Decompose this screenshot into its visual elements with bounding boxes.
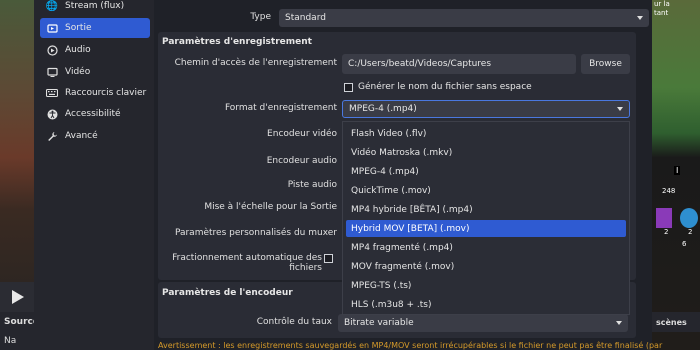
chevron-down-icon [616,321,622,325]
muxer-label: Paramètres personnalisés du muxer [174,228,337,238]
format-dropdown-list: Flash Video (.flv) Vidéo Matroska (.mkv)… [342,121,630,315]
encoder-section-title: Paramètres de l'encodeur [162,288,293,298]
sidebar-item-label: Vidéo [65,67,91,77]
scenes-label: scènes [656,318,687,327]
format-option[interactable]: Flash Video (.flv) [346,125,626,142]
recording-section-title: Paramètres d'enregistrement [162,37,312,47]
no-space-checkbox[interactable] [344,83,353,92]
mp4-warning-text: Avertissement : les enregistrements sauv… [158,341,663,350]
counter-2b: 2 [688,228,693,236]
audio-icon [46,44,58,56]
sidebar-item-video[interactable]: Vidéo [40,62,150,82]
format-option-highlighted[interactable]: Hybrid MOV [BETA] (.mov) [346,220,626,237]
rate-control-select[interactable]: Bitrate variable [338,314,628,332]
path-input[interactable]: C:/Users/beatd/Videos/Captures [342,54,576,74]
format-label: Format d'enregistrement [224,103,337,113]
type-select[interactable]: Standard [279,9,649,27]
counter-2a: 2 [664,228,669,236]
format-option[interactable]: HLS (.m3u8 + .ts) [346,296,626,313]
rate-control-value: Bitrate variable [344,318,414,328]
no-space-label: Générer le nom du fichier sans espace [358,82,532,92]
keyboard-icon [46,87,58,99]
chevron-down-icon [637,16,643,20]
play-icon[interactable] [12,290,24,304]
format-option[interactable]: MPEG-TS (.ts) [346,277,626,294]
sources-panel: Source Na [0,312,39,350]
rate-control-label: Contrôle du taux [256,317,332,327]
sidebar-item-output[interactable]: Sortie [40,18,150,38]
globe-icon: 🌐 [45,0,59,12]
sidebar-item-label: Accessibilité [65,109,121,119]
sidebar-item-label: Stream (flux) [65,1,125,11]
split-label: Fractionnement automatique des fichiers [172,253,322,273]
audio-encoder-label: Encodeur audio [266,156,337,166]
sidebar-item-advanced[interactable]: Avancé [40,126,150,146]
split-checkbox[interactable] [324,254,333,263]
counter-248: 248 [662,187,676,195]
settings-sidebar: 🌐 Stream (flux) Sortie Audio Vidéo Racco… [34,0,154,350]
overlay-text: ur la tant [654,0,670,17]
format-option[interactable]: MOV fragmenté (.mov) [346,258,626,275]
preview-right-strip: ur la tant I 248 2 2 6 scènes [652,0,700,350]
counter-6: 6 [682,240,687,248]
format-value: MPEG-4 (.mp4) [349,104,417,114]
path-label: Chemin d'accès de l'enregistrement [174,58,337,68]
type-value: Standard [285,13,326,23]
accessibility-icon [46,108,58,120]
wrench-icon [46,130,58,142]
sidebar-item-hotkeys[interactable]: Raccourcis clavier [40,83,150,103]
preview-left-strip: Source Na [0,0,39,350]
audio-track-label: Piste audio [287,180,337,190]
sidebar-item-stream[interactable]: 🌐 Stream (flux) [40,0,150,16]
scenes-panel: scènes [652,312,700,332]
format-option[interactable]: QuickTime (.mov) [346,182,626,199]
output-icon [46,22,58,34]
format-option[interactable]: Vidéo Matroska (.mkv) [346,144,626,161]
format-option[interactable]: MP4 hybride [BÊTA] (.mp4) [346,201,626,218]
monitor-icon [46,66,58,78]
counter-i: I [674,166,681,175]
type-label: Type [250,12,271,22]
browse-button[interactable]: Browse [581,54,630,74]
format-option[interactable]: MP4 fragmenté (.mp4) [346,239,626,256]
video-encoder-label: Encodeur vidéo [267,129,337,139]
purple-item-icon [656,208,672,228]
source-item[interactable]: Na [4,336,16,346]
rescale-label: Mise à l'échelle pour la Sortie [204,202,337,212]
sidebar-item-label: Avancé [65,131,98,141]
sidebar-item-label: Raccourcis clavier [65,88,147,98]
chevron-down-icon [617,107,623,111]
blue-item-icon [680,208,698,228]
sidebar-item-accessibility[interactable]: Accessibilité [40,104,150,124]
sidebar-item-audio[interactable]: Audio [40,40,150,60]
output-settings-panel: Type Standard Paramètres d'enregistremen… [154,0,662,350]
sidebar-item-label: Sortie [65,23,92,33]
format-option[interactable]: MPEG-4 (.mp4) [346,163,626,180]
format-select[interactable]: MPEG-4 (.mp4) [342,100,630,118]
sidebar-item-label: Audio [65,45,91,55]
inventory-icons: 2 2 [656,208,700,238]
